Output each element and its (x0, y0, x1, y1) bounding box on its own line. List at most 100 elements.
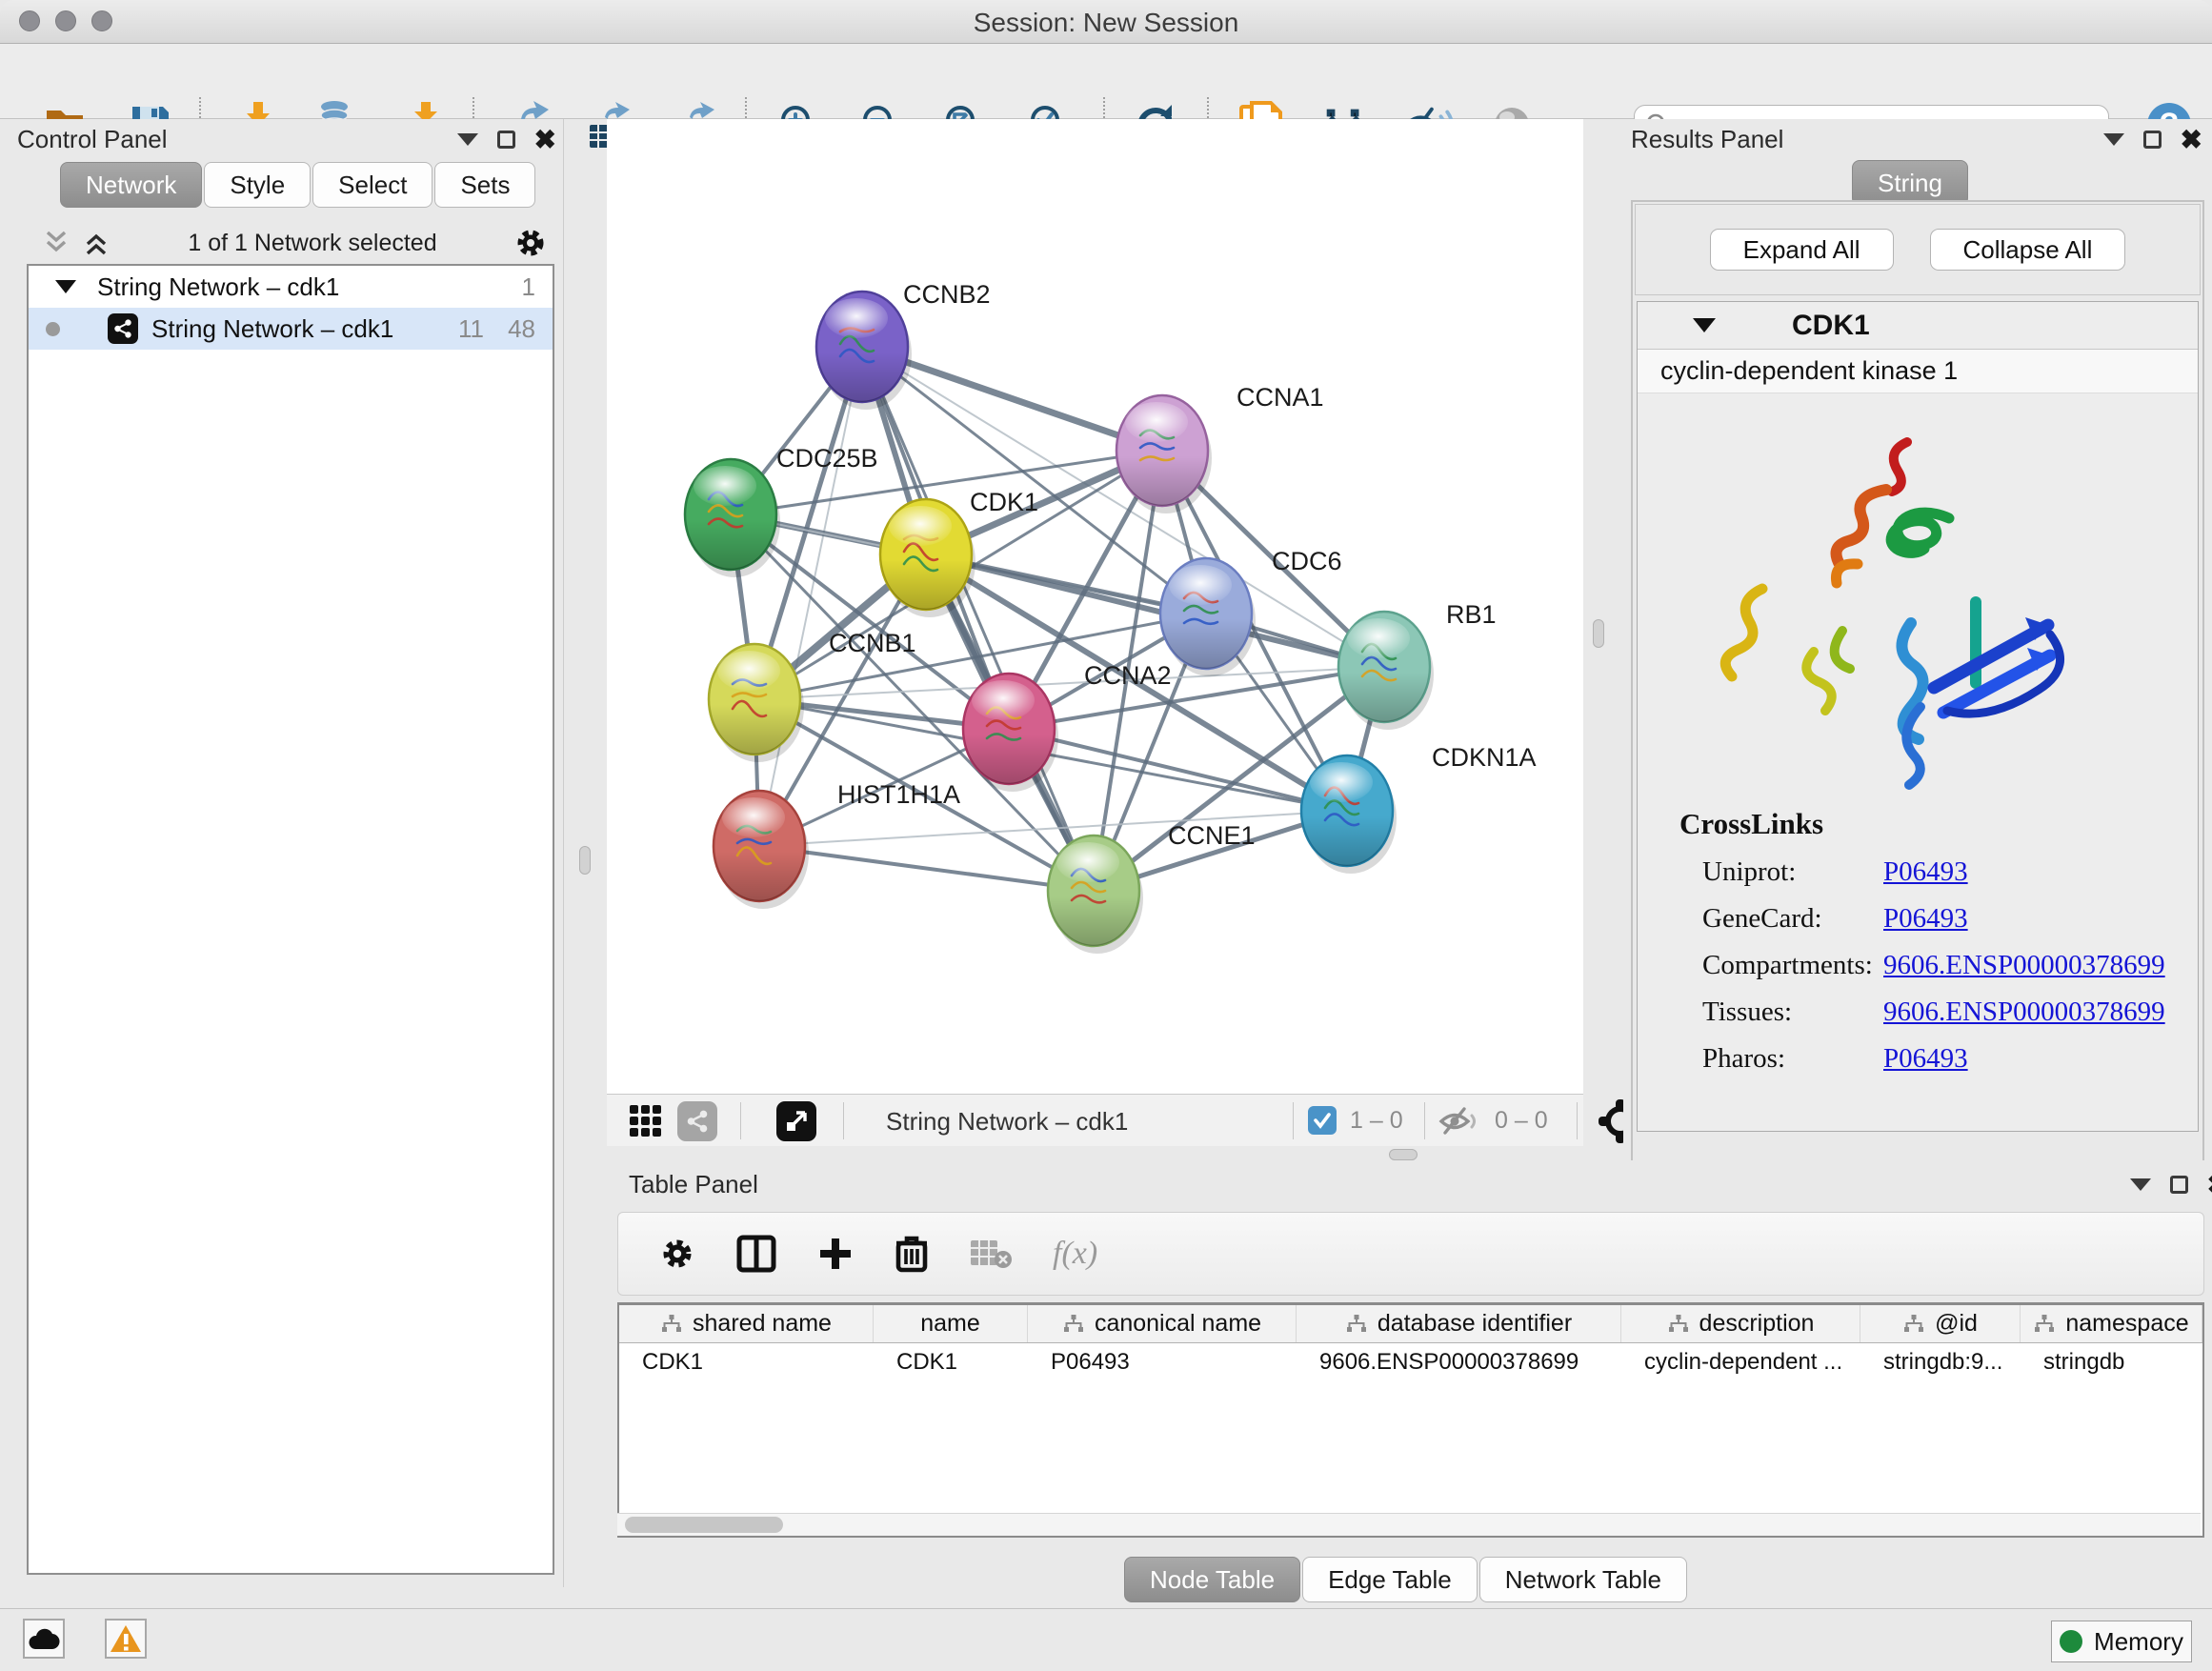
tab-select[interactable]: Select (312, 162, 432, 208)
results-panel-collapse-icon[interactable] (2103, 133, 2124, 146)
network-collection-row[interactable]: String Network – cdk1 1 (29, 266, 553, 308)
cloud-icon (28, 1626, 60, 1651)
node-CCNB2[interactable] (816, 292, 912, 410)
cell-description[interactable]: cyclin-dependent ... (1621, 1343, 1860, 1381)
node-CDC6[interactable] (1160, 558, 1256, 676)
cell-canonical-name[interactable]: P06493 (1028, 1343, 1297, 1381)
crosslink-link[interactable]: P06493 (1883, 1043, 1968, 1075)
memory-button[interactable]: Memory (2051, 1621, 2192, 1662)
table-settings-gear-icon[interactable] (658, 1235, 696, 1273)
right-splitter-handle[interactable] (1593, 619, 1604, 648)
network-row-selected[interactable]: String Network – cdk1 11 48 (29, 308, 553, 350)
node-label-CCNE1: CCNE1 (1168, 821, 1256, 850)
edge-HIST1H1A-CCNE1[interactable] (759, 846, 1094, 891)
node-CCNA1[interactable] (1116, 395, 1212, 513)
column-type-icon (1902, 1314, 1925, 1335)
tab-style[interactable]: Style (204, 162, 311, 208)
crosslink-row-genecard-: GeneCard:P06493 (1702, 903, 2198, 935)
cloud-status-button[interactable] (23, 1619, 65, 1659)
node-label-CCNB2: CCNB2 (903, 280, 991, 309)
results-panel-close-icon[interactable]: ✖ (2181, 131, 2202, 150)
bottom-splitter-handle[interactable] (1389, 1149, 1418, 1160)
crosslink-link[interactable]: P06493 (1883, 903, 1968, 935)
column-type-icon (660, 1314, 683, 1335)
crosslink-link[interactable]: 9606.ENSP00000378699 (1883, 997, 2165, 1028)
hidden-counter: 0 – 0 (1495, 1107, 1548, 1135)
select-columns-icon[interactable] (736, 1235, 776, 1273)
tab-network-table[interactable]: Network Table (1479, 1557, 1687, 1602)
tab-node-table[interactable]: Node Table (1124, 1557, 1300, 1602)
collapse-all-button[interactable]: Collapse All (1930, 229, 2126, 271)
cell-database-identifier[interactable]: 9606.ENSP00000378699 (1297, 1343, 1621, 1381)
node-CDKN1A[interactable] (1301, 755, 1397, 874)
control-panel-tabs: NetworkStyleSelectSets (60, 162, 537, 208)
node-HIST1H1A[interactable] (714, 791, 809, 909)
table-panel-float-icon[interactable] (2170, 1176, 2188, 1194)
crosslink-link[interactable]: P06493 (1883, 856, 1968, 888)
cell-shared-name[interactable]: CDK1 (619, 1343, 874, 1381)
selected-nodes-checkbox[interactable] (1308, 1106, 1337, 1135)
tab-string[interactable]: String (1852, 160, 1968, 206)
show-grid-button[interactable] (628, 1103, 664, 1144)
node-CCNA2[interactable] (963, 674, 1058, 792)
column-header-namespace[interactable]: namespace (2021, 1305, 2202, 1342)
birds-eye-view-button[interactable] (776, 1101, 816, 1141)
table-panel-close-icon[interactable]: ✖ (2207, 1176, 2212, 1195)
eye-slash-small-icon (1438, 1105, 1481, 1137)
cdk1-result-card: CDK1 cyclin-dependent kinase 1 (1637, 301, 2199, 1132)
warnings-button[interactable] (105, 1619, 147, 1659)
control-panel-float-icon[interactable] (497, 131, 515, 149)
crosslink-label: Tissues: (1702, 997, 1883, 1028)
cell--id[interactable]: stringdb:9... (1860, 1343, 2021, 1381)
column-header-canonical-name[interactable]: canonical name (1028, 1305, 1297, 1342)
cdk1-collapse-icon[interactable] (1693, 318, 1716, 332)
cell-namespace[interactable]: stringdb (2021, 1343, 2202, 1381)
left-splitter-handle[interactable] (579, 846, 591, 875)
divider (843, 1102, 844, 1139)
cdk1-card-header[interactable]: CDK1 (1638, 302, 2198, 350)
node-CCNB1[interactable] (709, 644, 804, 762)
table-row[interactable]: CDK1CDK1P064939606.ENSP00000378699cyclin… (619, 1343, 2202, 1381)
control-panel-collapse-icon[interactable] (457, 133, 478, 146)
node-label-CDC25B: CDC25B (776, 444, 878, 473)
add-column-icon[interactable] (816, 1235, 855, 1273)
crosslink-label: GeneCard: (1702, 903, 1883, 935)
collection-expand-icon[interactable] (55, 280, 76, 293)
string-style-toggle-button[interactable] (677, 1101, 717, 1141)
hidden-elements-indicator[interactable] (1438, 1105, 1481, 1142)
node-CDK1[interactable] (880, 499, 975, 617)
current-network-dot-icon (46, 322, 60, 336)
edge-CCNB2-CCNE1[interactable] (862, 347, 1094, 891)
scrollbar-thumb[interactable] (625, 1517, 783, 1533)
column-header-shared-name[interactable]: shared name (619, 1305, 874, 1342)
tab-network[interactable]: Network (60, 162, 202, 208)
expand-all-button[interactable]: Expand All (1710, 229, 1894, 271)
column-header-database-identifier[interactable]: database identifier (1297, 1305, 1621, 1342)
node-CDC25B[interactable] (685, 459, 780, 577)
column-header-name[interactable]: name (874, 1305, 1028, 1342)
cell-name[interactable]: CDK1 (874, 1343, 1028, 1381)
memory-label: Memory (2094, 1627, 2183, 1657)
node-CCNE1[interactable] (1048, 836, 1143, 954)
crosslink-link[interactable]: 9606.ENSP00000378699 (1883, 950, 2165, 981)
network-options-gear-icon[interactable] (513, 225, 549, 261)
network-graph[interactable]: CCNB2CCNA1CDC25BCDK1CDC6RB1CCNB1CCNA2CDK… (607, 119, 1583, 1094)
expand-all-chevron-icon[interactable] (80, 229, 112, 257)
results-panel-float-icon[interactable] (2143, 131, 2162, 149)
control-panel-close-icon[interactable]: ✖ (534, 131, 556, 150)
table-panel-collapse-icon[interactable] (2130, 1178, 2151, 1191)
node-RB1[interactable] (1338, 612, 1434, 730)
network-canvas[interactable]: CCNB2CCNA1CDC25BCDK1CDC6RB1CCNB1CCNA2CDK… (607, 119, 1583, 1094)
crosslinks-section: CrossLinks Uniprot:P06493GeneCard:P06493… (1638, 807, 2198, 1075)
collapse-all-chevron-icon[interactable] (40, 229, 72, 257)
tab-sets[interactable]: Sets (434, 162, 535, 208)
tab-edge-table[interactable]: Edge Table (1302, 1557, 1478, 1602)
table-horizontal-scrollbar[interactable] (617, 1513, 2201, 1536)
delete-column-trash-icon[interactable] (895, 1234, 929, 1274)
delete-table-icon-disabled (969, 1237, 1013, 1271)
share-icon (685, 1109, 710, 1134)
node-label-CCNB1: CCNB1 (829, 629, 916, 657)
column-header-description[interactable]: description (1621, 1305, 1860, 1342)
node-count: 11 (458, 314, 484, 344)
column-header--id[interactable]: @id (1860, 1305, 2021, 1342)
